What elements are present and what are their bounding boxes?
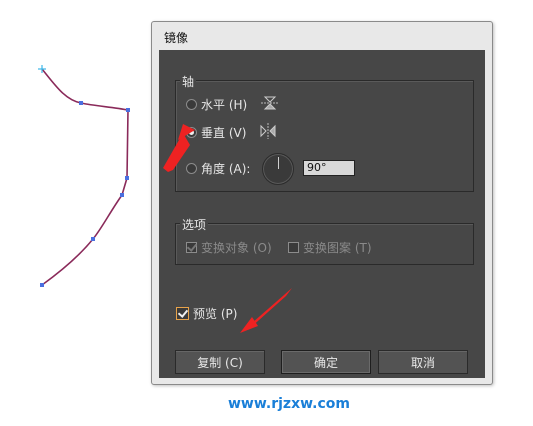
transform-patterns-checkbox[interactable] [288, 241, 299, 253]
horizontal-label: 水平 (H) [201, 97, 248, 112]
angle-input[interactable]: 90° [303, 160, 355, 176]
transform-objects-option[interactable]: 变换对象 (O) [186, 238, 272, 256]
dialog-body: 轴 水平 (H) 垂直 (V) 角度 (A): 90° 选项 变换对象 (O) … [159, 50, 485, 378]
options-group-title: 选项 [180, 216, 209, 233]
preview-checkbox[interactable] [176, 306, 189, 320]
horizontal-mirror-icon [261, 96, 280, 113]
vertical-option[interactable]: 垂直 (V) [186, 122, 276, 142]
transform-objects-checkbox[interactable] [186, 241, 197, 253]
vertical-label: 垂直 (V) [201, 125, 247, 140]
horizontal-option[interactable]: 水平 (H) [186, 95, 280, 113]
anchor-points [40, 101, 130, 287]
ok-button[interactable]: 确定 [281, 350, 371, 374]
dialog-title: 镜像 [164, 31, 189, 45]
mirror-dialog: 镜像 轴 水平 (H) 垂直 (V) 角度 (A): 90° 选项 变换对象 (… [151, 21, 493, 385]
angle-radio[interactable] [186, 162, 197, 174]
transform-patterns-label: 变换图案 (T) [303, 240, 372, 255]
preview-label: 预览 (P) [193, 306, 238, 321]
bezier-path [41, 68, 129, 286]
vertical-mirror-icon [260, 122, 276, 142]
angle-dial[interactable] [262, 153, 294, 185]
axis-group-title: 轴 [180, 73, 197, 90]
angle-option[interactable]: 角度 (A): [186, 159, 250, 177]
horizontal-radio[interactable] [186, 98, 197, 110]
dialog-titlebar[interactable]: 镜像 [152, 22, 492, 50]
copy-button[interactable]: 复制 (C) [175, 350, 265, 374]
vertical-radio[interactable] [186, 126, 197, 138]
transform-objects-label: 变换对象 (O) [201, 240, 272, 255]
watermark-text: www.rjzxw.com [228, 396, 350, 412]
preview-option[interactable]: 预览 (P) [176, 304, 237, 322]
transform-patterns-option[interactable]: 变换图案 (T) [288, 238, 372, 256]
cancel-button[interactable]: 取消 [378, 350, 468, 374]
angle-label: 角度 (A): [201, 161, 251, 176]
